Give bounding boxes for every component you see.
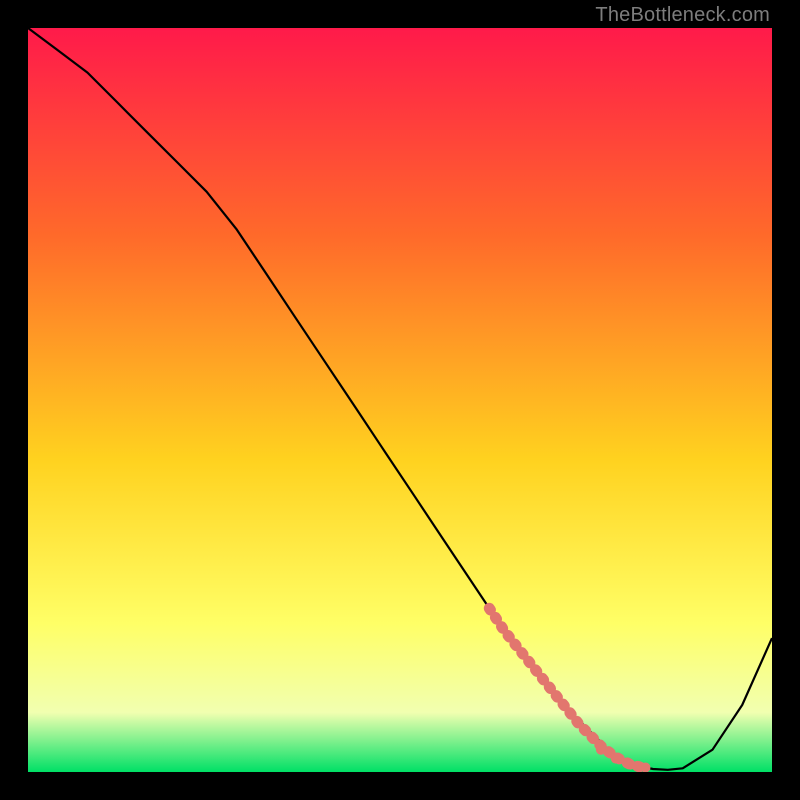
plot-area — [28, 28, 772, 772]
optimal-dot — [611, 754, 621, 764]
chart-overlay — [28, 28, 772, 772]
optimal-zone-dashed — [489, 608, 645, 768]
outer-frame: TheBottleneck.com — [0, 0, 800, 800]
optimal-dot — [596, 745, 606, 755]
watermark-text: TheBottleneck.com — [595, 4, 770, 27]
bottleneck-curve — [28, 28, 772, 770]
optimal-dot — [626, 760, 636, 770]
